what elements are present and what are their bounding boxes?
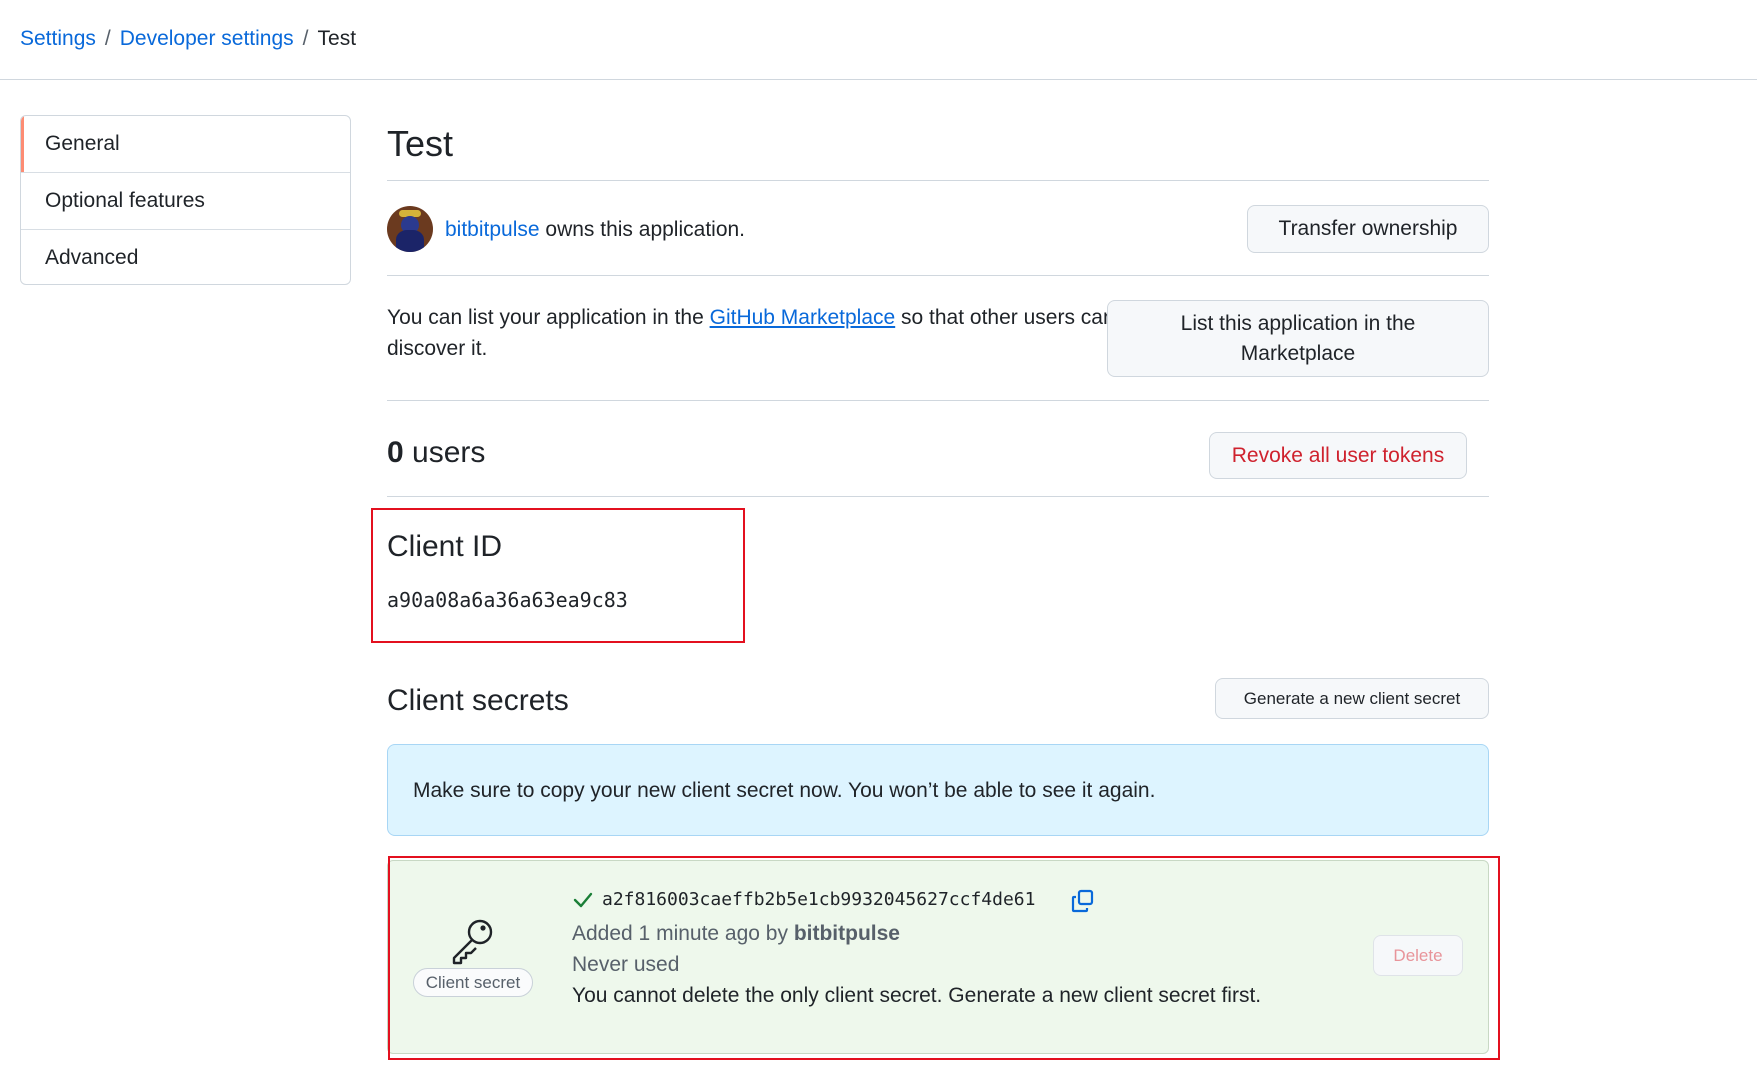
secret-delete-note: You cannot delete the only client secret… [572, 984, 1262, 1007]
client-secrets-heading: Client secrets [387, 684, 569, 717]
sidebar-item-general[interactable]: General [21, 116, 350, 173]
users-label: users [403, 436, 486, 469]
owner-username-link[interactable]: bitbitpulse [445, 218, 540, 241]
breadcrumb-settings-link[interactable]: Settings [20, 27, 96, 50]
breadcrumb: Settings / Developer settings / Test [20, 24, 356, 54]
client-id-heading: Client ID [387, 530, 503, 563]
copy-secret-flash-notice: Make sure to copy your new client secret… [387, 744, 1489, 836]
list-in-marketplace-button[interactable]: List this application in the Marketplace [1107, 300, 1489, 377]
secret-added-by: bitbitpulse [793, 922, 900, 945]
list-in-marketplace-label-line2: Marketplace [1240, 341, 1356, 365]
marketplace-text-before: You can list your application in the [387, 306, 710, 329]
delete-secret-button[interactable]: Delete [1373, 935, 1463, 976]
client-secret-item: Client secret a2f816003caeffb2b5e1cb9932… [387, 860, 1489, 1054]
users-count: 0 [387, 436, 404, 469]
transfer-ownership-button[interactable]: Transfer ownership [1247, 205, 1489, 253]
owner-statement: bitbitpulse owns this application. [445, 215, 745, 245]
flash-message: Make sure to copy your new client secret… [413, 779, 1156, 802]
sidebar-item-advanced[interactable]: Advanced [21, 230, 350, 284]
secret-usage-status: Never used [572, 953, 680, 976]
avatar[interactable] [387, 206, 433, 252]
users-count-heading: 0 users [387, 433, 485, 473]
secret-added-info: Added 1 minute ago by bitbitpulse [572, 919, 900, 949]
divider [387, 275, 1489, 276]
page-title: Test [387, 123, 454, 164]
settings-sidebar: General Optional features Advanced [20, 115, 351, 285]
check-icon [573, 892, 593, 908]
owner-suffix: owns this application. [539, 218, 746, 241]
breadcrumb-separator: / [104, 27, 111, 50]
list-in-marketplace-label-line1: List this application in the [1180, 311, 1416, 335]
breadcrumb-separator: / [302, 27, 309, 50]
divider [387, 180, 1489, 181]
divider [387, 496, 1489, 497]
key-icon [452, 919, 493, 965]
divider [387, 400, 1489, 401]
client-id-value: a90a08a6a36a63ea9c83 [387, 588, 628, 612]
client-secret-value: a2f816003caeffb2b5e1cb9932045627ccf4de61 [602, 889, 1036, 910]
secret-added-prefix: Added 1 minute ago by [572, 922, 794, 945]
client-secret-badge: Client secret [413, 968, 533, 997]
main-content: Test bitbitpulse owns this application. … [387, 0, 1489, 1084]
marketplace-description: You can list your application in the Git… [387, 302, 1115, 364]
generate-client-secret-button[interactable]: Generate a new client secret [1215, 678, 1489, 719]
breadcrumb-current: Test [317, 27, 357, 50]
sidebar-item-optional-features[interactable]: Optional features [21, 173, 350, 230]
github-marketplace-link[interactable]: GitHub Marketplace [710, 306, 896, 329]
revoke-all-user-tokens-button[interactable]: Revoke all user tokens [1209, 432, 1467, 479]
copy-icon[interactable] [1070, 888, 1096, 914]
breadcrumb-developer-settings-link[interactable]: Developer settings [120, 27, 294, 50]
